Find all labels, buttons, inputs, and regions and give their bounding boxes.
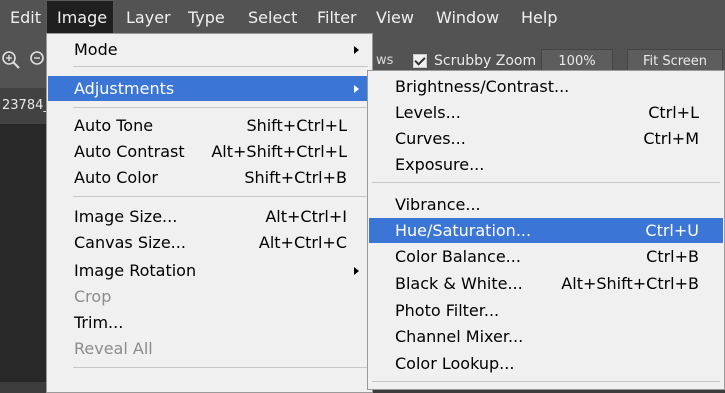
menu-select[interactable]: Select — [238, 0, 307, 35]
menu-item-label: Adjustments — [74, 79, 175, 98]
menu-item-shortcut: Ctrl+L — [648, 103, 699, 122]
menu-item-brightness-contrast[interactable]: Brightness/Contrast... — [369, 74, 723, 99]
menu-item-label: Canvas Size... — [74, 233, 186, 252]
menu-separator — [73, 367, 368, 368]
adjustments-submenu: Brightness/Contrast... Levels... Ctrl+L … — [367, 70, 725, 390]
menu-item-color-balance[interactable]: Color Balance... Ctrl+B — [369, 244, 723, 269]
menu-item-label: Color Lookup... — [395, 354, 515, 373]
menu-item-shortcut: Shift+Ctrl+B — [244, 168, 347, 187]
menu-item-label: Mode — [74, 40, 118, 59]
scrubby-zoom-label: Scrubby Zoom — [434, 53, 537, 69]
menu-item-shortcut: Shift+Ctrl+L — [246, 116, 347, 135]
menu-item-label: Crop — [74, 287, 112, 306]
menu-item-label: Auto Color — [74, 168, 159, 187]
menu-item-label: Brightness/Contrast... — [395, 77, 570, 96]
menu-item-shortcut: Alt+Ctrl+I — [265, 207, 347, 226]
menu-edit[interactable]: Edit — [0, 0, 51, 35]
menu-item-label: Levels... — [395, 103, 461, 122]
menu-item-label: Curves... — [395, 129, 466, 148]
menu-item-color-lookup[interactable]: Color Lookup... — [369, 351, 723, 376]
menu-item-photo-filter[interactable]: Photo Filter... — [369, 298, 723, 323]
image-menu: Mode Adjustments Auto Tone Shift+Ctrl+L … — [46, 33, 373, 393]
menu-item-shortcut: Alt+Ctrl+C — [258, 233, 347, 252]
menu-filter[interactable]: Filter — [307, 0, 367, 35]
menu-item-label: Vibrance... — [395, 195, 481, 214]
menu-separator — [372, 182, 720, 183]
menu-item-shortcut: Ctrl+M — [643, 129, 699, 148]
menu-layer[interactable]: Layer — [116, 0, 181, 35]
menu-item-channel-mixer[interactable]: Channel Mixer... — [369, 324, 723, 349]
menu-item-reveal-all: Reveal All — [48, 336, 371, 361]
menu-item-crop: Crop — [48, 284, 371, 309]
menu-image[interactable]: Image — [46, 0, 114, 35]
menu-item-label: Auto Tone — [74, 116, 154, 135]
menu-bar: Edit Image Layer Type Select Filter View… — [0, 0, 725, 35]
menu-item-trim[interactable]: Trim... — [48, 310, 371, 335]
menu-item-shortcut: Alt+Shift+Ctrl+L — [211, 142, 347, 161]
menu-item-curves[interactable]: Curves... Ctrl+M — [369, 126, 723, 151]
menu-item-label: Photo Filter... — [395, 301, 500, 320]
menu-item-label: Auto Contrast — [74, 142, 185, 161]
menu-item-canvas-size[interactable]: Canvas Size... Alt+Ctrl+C — [48, 230, 371, 255]
zoom-in-icon[interactable] — [0, 49, 22, 71]
menu-item-hue-saturation[interactable]: Hue/Saturation... Ctrl+U — [369, 218, 723, 243]
menu-item-label: Image Rotation — [74, 261, 197, 280]
menu-item-label: Channel Mixer... — [395, 327, 524, 346]
menu-separator — [73, 66, 368, 67]
menu-item-auto-tone[interactable]: Auto Tone Shift+Ctrl+L — [48, 113, 371, 138]
menu-item-shortcut: Alt+Shift+Ctrl+B — [561, 274, 699, 293]
zoom-out-icon[interactable] — [26, 49, 48, 71]
menu-item-levels[interactable]: Levels... Ctrl+L — [369, 100, 723, 125]
menu-item-label: Hue/Saturation... — [395, 221, 532, 240]
menu-item-vibrance[interactable]: Vibrance... — [369, 192, 723, 217]
menu-item-label: Reveal All — [74, 339, 153, 358]
menu-separator — [73, 107, 368, 108]
menu-item-label: Black & White... — [395, 274, 523, 293]
menu-type[interactable]: Type — [178, 0, 235, 35]
submenu-arrow-icon — [354, 46, 359, 54]
menu-item-image-size[interactable]: Image Size... Alt+Ctrl+I — [48, 204, 371, 229]
submenu-arrow-icon — [354, 85, 359, 93]
submenu-arrow-icon — [354, 267, 359, 275]
menu-item-label: Color Balance... — [395, 247, 521, 266]
menu-item-exposure[interactable]: Exposure... — [369, 152, 723, 177]
menu-item-mode[interactable]: Mode — [48, 37, 371, 62]
menu-item-black-white[interactable]: Black & White... Alt+Shift+Ctrl+B — [369, 271, 723, 296]
menu-item-auto-contrast[interactable]: Auto Contrast Alt+Shift+Ctrl+L — [48, 139, 371, 164]
menu-item-shortcut: Ctrl+U — [645, 221, 699, 240]
menu-item-image-rotation[interactable]: Image Rotation — [48, 258, 371, 283]
menu-view[interactable]: View — [366, 0, 424, 35]
menu-item-auto-color[interactable]: Auto Color Shift+Ctrl+B — [48, 165, 371, 190]
menu-item-label: Exposure... — [395, 155, 485, 174]
menu-window[interactable]: Window — [426, 0, 509, 35]
scrubby-zoom-checkbox[interactable] — [413, 54, 427, 68]
menu-separator — [73, 196, 368, 197]
menu-item-shortcut: Ctrl+B — [646, 247, 699, 266]
menu-item-label: Trim... — [74, 313, 124, 332]
partial-option-label: ws — [376, 53, 394, 68]
menu-item-adjustments[interactable]: Adjustments — [48, 76, 371, 101]
menu-item-label: Image Size... — [74, 207, 178, 226]
menu-help[interactable]: Help — [511, 0, 567, 35]
